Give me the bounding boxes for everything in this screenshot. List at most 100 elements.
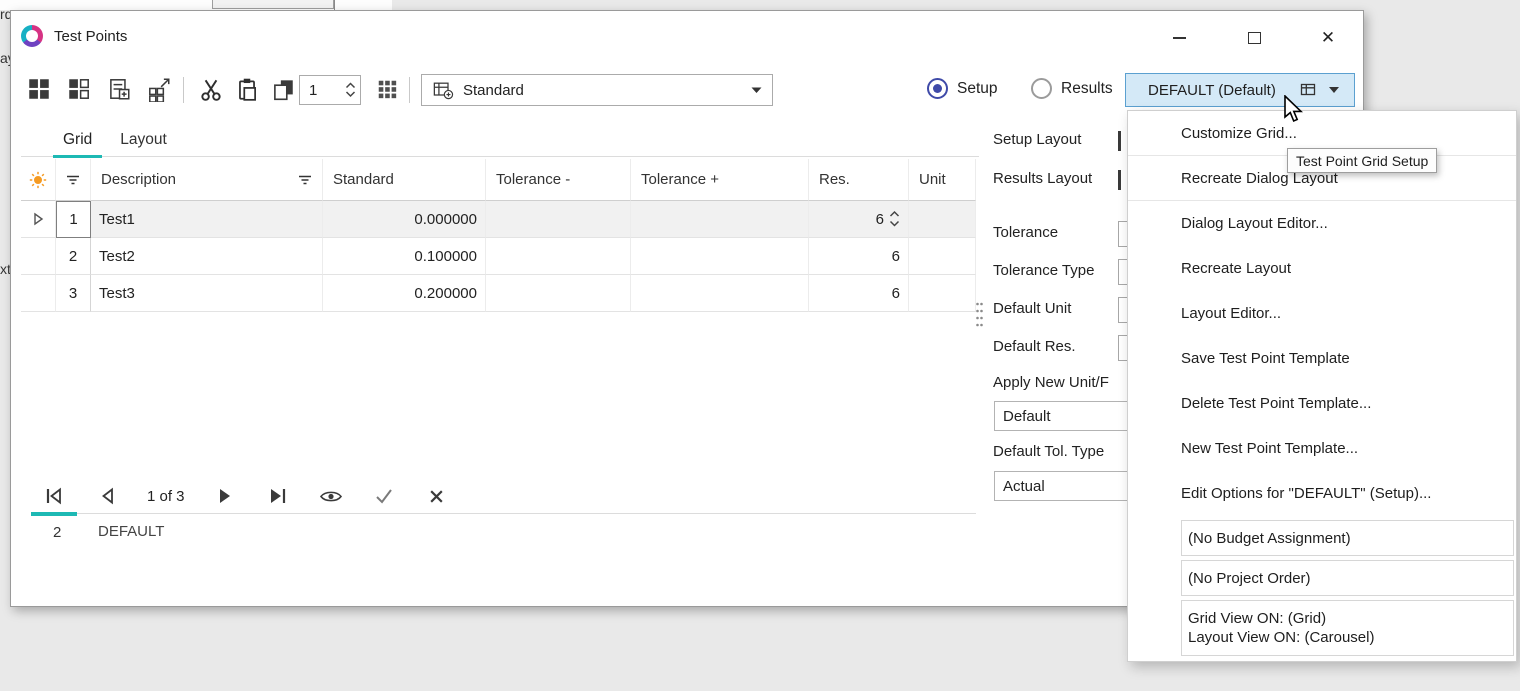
- splitter-handle[interactable]: [975, 301, 984, 333]
- layout-view-toggle-label[interactable]: Layout View ON: (Carousel): [1188, 629, 1374, 646]
- menu-item-view-toggles[interactable]: Grid View ON: (Grid) Layout View ON: (Ca…: [1181, 600, 1514, 656]
- chevron-down-icon: [751, 87, 762, 94]
- record-navigator: 1 of 3: [21, 474, 976, 518]
- column-header-tolerance-plus[interactable]: Tolerance +: [631, 159, 809, 201]
- menu-item-save-test-point-template[interactable]: Save Test Point Template: [1128, 336, 1516, 381]
- tab-grid[interactable]: Grid: [49, 123, 106, 156]
- table-row[interactable]: 1 Test1 0.000000 6: [21, 201, 976, 238]
- standard-cell[interactable]: 0.100000: [323, 238, 486, 275]
- background-text-fragment: rd: [0, 6, 10, 24]
- maximize-button[interactable]: [1230, 21, 1278, 55]
- sun-icon: [29, 171, 47, 189]
- export-grid-button[interactable]: [143, 73, 175, 105]
- expand-arrow-icon[interactable]: [31, 211, 45, 227]
- row-count-value: 1: [300, 82, 340, 99]
- column-header-tolerance-minus[interactable]: Tolerance -: [486, 159, 631, 201]
- background-window-fragment: [0, 0, 392, 10]
- setup-radio-icon[interactable]: [927, 78, 948, 99]
- toolbar: 1 Standard Setup Results: [11, 63, 1365, 117]
- menu-item-edit-options[interactable]: Edit Options for "DEFAULT" (Setup)...: [1128, 471, 1516, 516]
- background-text-fragment: xt: [0, 261, 10, 279]
- menu-item-no-project-order-label: (No Project Order): [1188, 570, 1311, 587]
- row-number-cell[interactable]: 3: [56, 275, 91, 312]
- menu-item-layout-editor[interactable]: Layout Editor...: [1128, 291, 1516, 336]
- setup-radio[interactable]: Setup: [927, 78, 998, 99]
- row-count-stepper[interactable]: 1: [299, 75, 361, 105]
- close-button[interactable]: ✕: [1304, 21, 1352, 55]
- nav-first-button[interactable]: [41, 483, 67, 509]
- tab-layout[interactable]: Layout: [106, 123, 181, 156]
- tolerance-plus-cell[interactable]: [631, 201, 809, 238]
- unit-cell[interactable]: [909, 201, 976, 238]
- description-cell[interactable]: Test1: [91, 201, 323, 238]
- column-header-description[interactable]: Description: [91, 159, 323, 201]
- menu-item-delete-test-point-template[interactable]: Delete Test Point Template...: [1128, 381, 1516, 426]
- grid-view-toggle-label[interactable]: Grid View ON: (Grid): [1188, 610, 1326, 627]
- menu-item-recreate-layout[interactable]: Recreate Layout: [1128, 246, 1516, 291]
- grid-view-button[interactable]: [23, 73, 55, 105]
- minimize-button[interactable]: [1155, 21, 1203, 55]
- row-expand-cell[interactable]: [21, 238, 56, 275]
- menu-item-new-test-point-template[interactable]: New Test Point Template...: [1128, 426, 1516, 471]
- row-expand-cell[interactable]: [21, 275, 56, 312]
- res-cell[interactable]: 6: [809, 238, 909, 275]
- unit-cell[interactable]: [909, 238, 976, 275]
- stepper-arrows-icon[interactable]: [340, 81, 360, 99]
- description-cell[interactable]: Test2: [91, 238, 323, 275]
- nav-last-button[interactable]: [265, 483, 291, 509]
- row-expand-cell[interactable]: [21, 201, 56, 238]
- default-unit-label: Default Unit: [993, 300, 1071, 317]
- cancel-button[interactable]: [424, 483, 450, 509]
- split-view-button[interactable]: [63, 73, 95, 105]
- copy-button[interactable]: [267, 73, 299, 105]
- nav-next-button[interactable]: [212, 483, 238, 509]
- results-radio[interactable]: Results: [1031, 78, 1113, 99]
- tolerance-minus-cell[interactable]: [486, 275, 631, 312]
- nav-prev-button[interactable]: [94, 483, 120, 509]
- menu-item-no-project-order[interactable]: (No Project Order): [1181, 560, 1514, 596]
- check-icon: [374, 487, 394, 505]
- preview-button[interactable]: [318, 483, 344, 509]
- menu-item-dialog-layout-editor[interactable]: Dialog Layout Editor...: [1128, 201, 1516, 246]
- copy-grid-button[interactable]: [103, 73, 135, 105]
- res-cell[interactable]: 6: [809, 275, 909, 312]
- first-record-icon: [43, 485, 65, 507]
- column-header-res[interactable]: Res.: [809, 159, 909, 201]
- sort-icon[interactable]: [298, 173, 312, 187]
- tolerance-minus-cell[interactable]: [486, 238, 631, 275]
- screen: rd ay xt Test Points ✕: [0, 0, 1520, 691]
- results-radio-label: Results: [1061, 80, 1113, 98]
- grid-cells-button[interactable]: [373, 73, 401, 105]
- cut-button[interactable]: [195, 73, 227, 105]
- template-default-label: DEFAULT (Default): [1148, 82, 1300, 99]
- grid-corner-cell[interactable]: [21, 159, 56, 201]
- default-res-label: Default Res.: [993, 338, 1076, 355]
- template-default-button[interactable]: DEFAULT (Default): [1125, 73, 1355, 107]
- sheet-tab-number[interactable]: 2: [53, 524, 61, 541]
- tolerance-minus-cell[interactable]: [486, 201, 631, 238]
- default-tol-type-dropdown[interactable]: Actual: [994, 471, 1144, 501]
- column-header-unit[interactable]: Unit: [909, 159, 976, 201]
- standard-cell[interactable]: 0.200000: [323, 275, 486, 312]
- row-indicator-header-cell[interactable]: [56, 159, 91, 201]
- sheet-tab-name[interactable]: DEFAULT: [98, 523, 164, 540]
- stepper-arrows-icon[interactable]: [889, 210, 900, 228]
- res-cell[interactable]: 6: [809, 201, 909, 238]
- table-row[interactable]: 3 Test3 0.200000 6: [21, 275, 976, 312]
- column-header-standard[interactable]: Standard: [323, 159, 486, 201]
- row-number-cell[interactable]: 1: [56, 201, 91, 238]
- view-style-dropdown[interactable]: Standard: [421, 74, 773, 106]
- table-row[interactable]: 2 Test2 0.100000 6: [21, 238, 976, 275]
- app-logo-icon: [21, 25, 43, 47]
- description-cell[interactable]: Test3: [91, 275, 323, 312]
- accept-button[interactable]: [371, 483, 397, 509]
- menu-item-no-budget-assignment[interactable]: (No Budget Assignment): [1181, 520, 1514, 556]
- standard-cell[interactable]: 0.000000: [323, 201, 486, 238]
- row-number-cell[interactable]: 2: [56, 238, 91, 275]
- tolerance-plus-cell[interactable]: [631, 238, 809, 275]
- paste-button[interactable]: [231, 73, 263, 105]
- unit-cell[interactable]: [909, 275, 976, 312]
- results-radio-icon[interactable]: [1031, 78, 1052, 99]
- default-unit-dropdown[interactable]: Default: [994, 401, 1144, 431]
- tolerance-plus-cell[interactable]: [631, 275, 809, 312]
